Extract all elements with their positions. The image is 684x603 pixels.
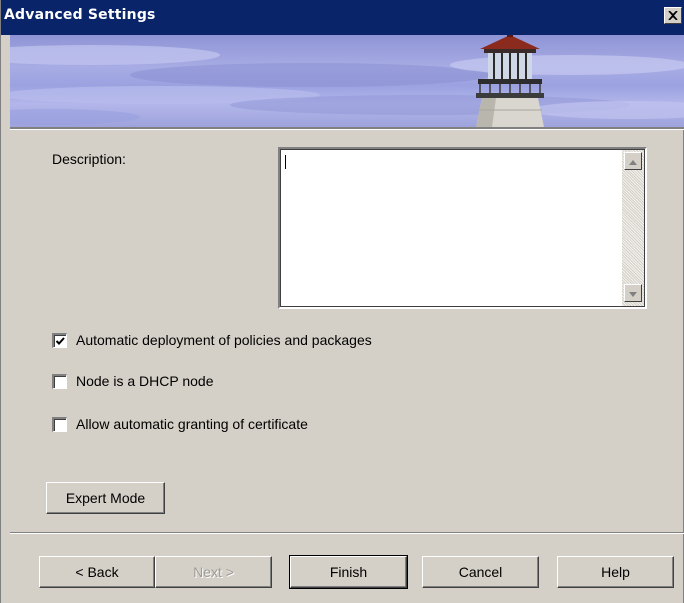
banner-divider	[10, 127, 684, 130]
auto-deployment-checkbox[interactable]	[52, 332, 67, 348]
window-title: Advanced Settings	[4, 7, 156, 23]
description-label: Description:	[52, 151, 126, 167]
next-button[interactable]: Next >	[155, 556, 272, 588]
dhcp-node-checkbox[interactable]	[52, 373, 67, 389]
scroll-up-button[interactable]	[624, 152, 642, 170]
title-bar[interactable]: Advanced Settings	[1, 0, 684, 35]
dhcp-node-label: Node is a DHCP node	[76, 373, 214, 389]
description-textarea[interactable]	[278, 147, 647, 309]
description-scrollbar[interactable]	[622, 150, 644, 306]
lighthouse-banner-image	[10, 35, 684, 127]
checkbox-dhcp-node[interactable]: Node is a DHCP node	[52, 371, 213, 391]
close-button[interactable]	[664, 7, 682, 24]
finish-button[interactable]: Finish	[289, 555, 408, 589]
advanced-settings-dialog: Advanced Settings Description: Automatic…	[0, 0, 684, 603]
close-icon	[668, 11, 678, 20]
expert-mode-button[interactable]: Expert Mode	[46, 482, 165, 514]
help-button[interactable]: Help	[557, 556, 674, 588]
checkmark-icon	[55, 336, 65, 345]
back-button[interactable]: < Back	[39, 556, 155, 588]
auto-certificate-checkbox[interactable]	[52, 416, 67, 432]
text-caret	[285, 155, 286, 169]
checkbox-auto-deployment[interactable]: Automatic deployment of policies and pac…	[52, 330, 372, 350]
cancel-button[interactable]: Cancel	[422, 556, 539, 588]
scroll-down-button[interactable]	[624, 284, 642, 302]
auto-certificate-label: Allow automatic granting of certificate	[76, 416, 308, 432]
scroll-down-arrow-icon	[629, 284, 637, 302]
checkbox-auto-certificate[interactable]: Allow automatic granting of certificate	[52, 414, 308, 434]
footer-divider	[10, 532, 684, 534]
scroll-up-arrow-icon	[629, 152, 637, 170]
auto-deployment-label: Automatic deployment of policies and pac…	[76, 332, 372, 348]
